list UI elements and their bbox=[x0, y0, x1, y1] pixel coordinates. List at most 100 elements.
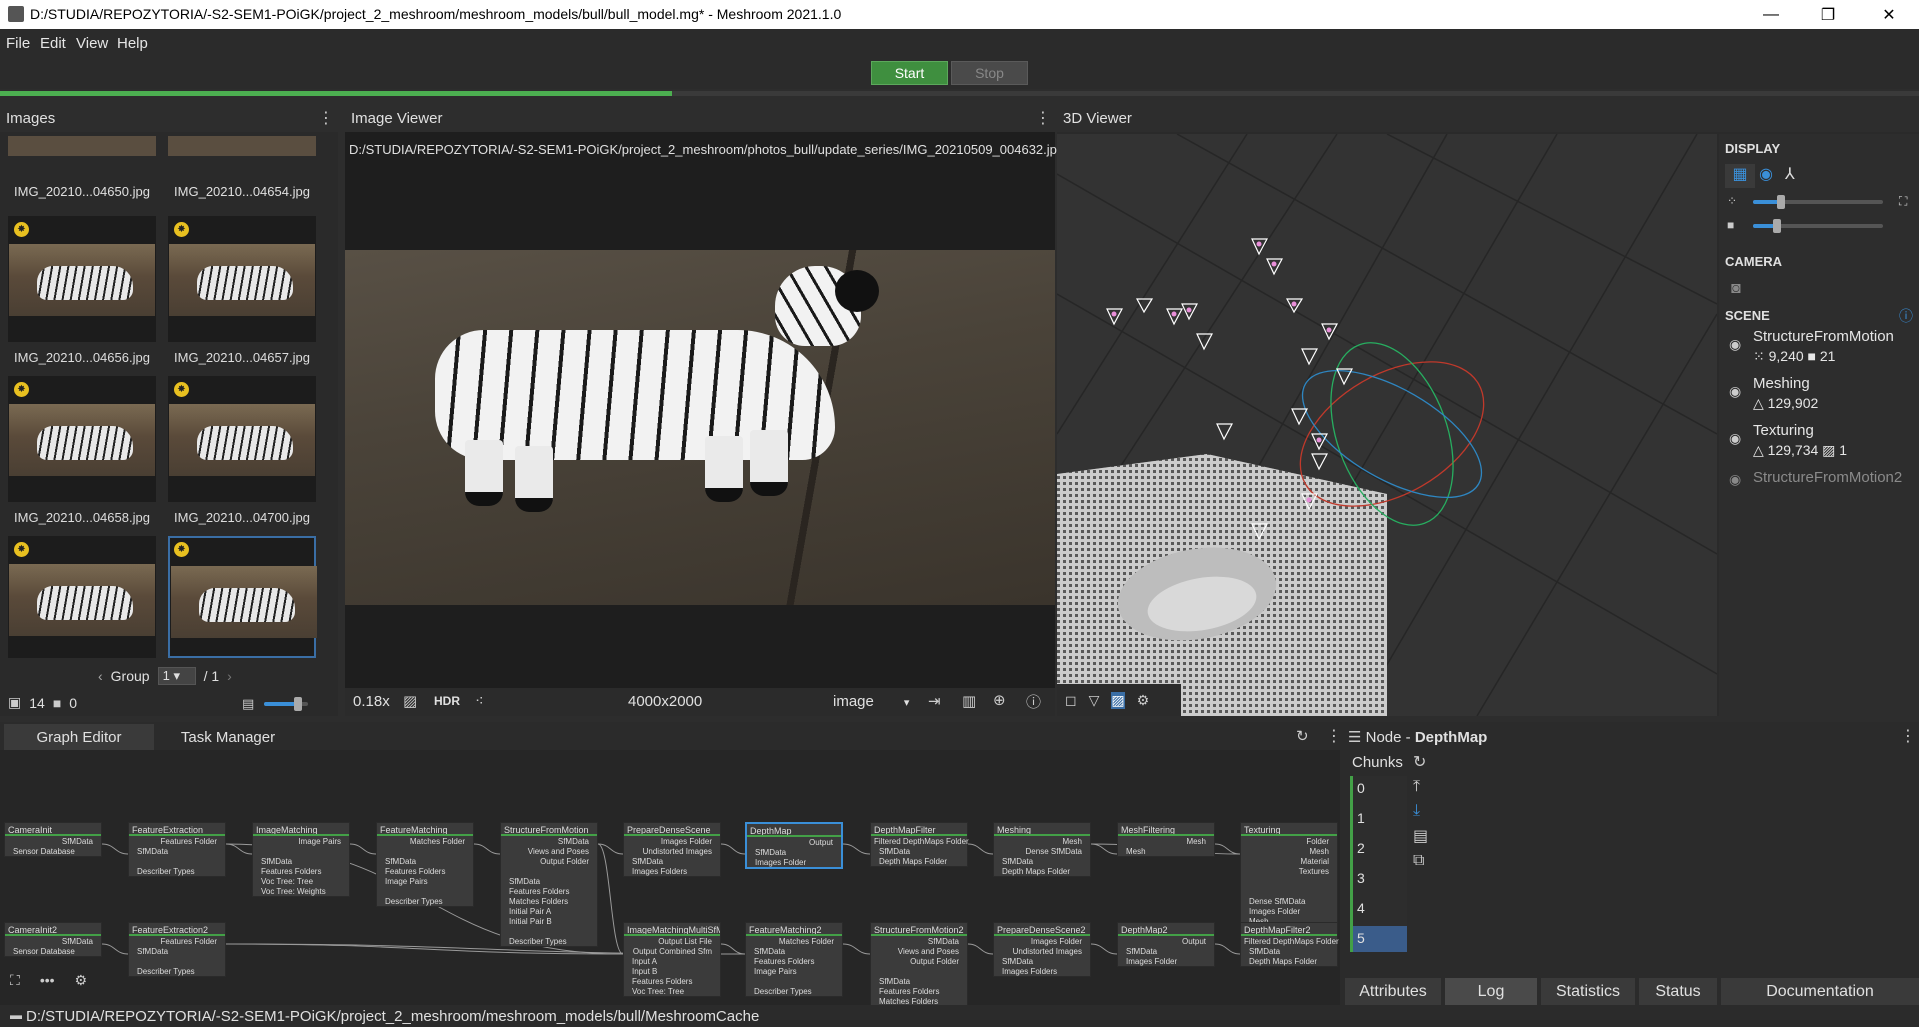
output-port[interactable]: Features Folder bbox=[129, 936, 225, 946]
tab-attributes[interactable]: Attributes bbox=[1345, 978, 1441, 1005]
input-port[interactable]: Features Folders bbox=[624, 976, 720, 986]
input-port[interactable] bbox=[377, 886, 473, 896]
scene-info-icon[interactable]: ⓘ bbox=[1899, 306, 1913, 326]
info-icon[interactable]: ⓘ bbox=[1026, 691, 1041, 712]
fit-view-icon[interactable]: ⛶ bbox=[10, 972, 20, 989]
graph-menu-icon[interactable]: ⋮ bbox=[1326, 726, 1342, 746]
output-port[interactable]: Mesh bbox=[1241, 846, 1337, 856]
output-port[interactable]: Images Folder bbox=[624, 836, 720, 846]
image-thumbnail[interactable]: ✸ IMG_20210...04700.jpg bbox=[168, 376, 316, 525]
hdr-toggle[interactable]: HDR bbox=[434, 694, 460, 708]
input-port[interactable]: SfMData bbox=[1118, 946, 1214, 956]
chunk-item[interactable]: 0 bbox=[1353, 776, 1407, 802]
grid-icon[interactable]: ▦ bbox=[1725, 164, 1755, 188]
input-port[interactable]: Sensor Database bbox=[5, 846, 101, 856]
images-menu-icon[interactable]: ⋮ bbox=[318, 108, 334, 128]
input-port[interactable]: Images Folder bbox=[1241, 906, 1337, 916]
chunk-item[interactable]: 4 bbox=[1353, 896, 1407, 922]
input-port[interactable]: Image Pairs bbox=[746, 966, 842, 976]
image-thumbnail[interactable]: ✸ bbox=[8, 536, 156, 666]
input-port[interactable]: Describer Types bbox=[129, 966, 225, 976]
graph-node[interactable]: DepthMap Output SfMData Images Folder bbox=[745, 822, 843, 869]
output-port[interactable]: Views and Poses bbox=[501, 846, 597, 856]
graph-node[interactable]: StructureFromMotion2 SfMData Views and Pos… bbox=[870, 922, 968, 1005]
features-icon[interactable]: ⁖ bbox=[475, 692, 484, 710]
output-port[interactable]: Matches Folder bbox=[377, 836, 473, 846]
output-port[interactable]: SfMData bbox=[501, 836, 597, 846]
chunk-refresh-icon[interactable]: ↻ bbox=[1413, 752, 1428, 772]
input-port[interactable] bbox=[501, 866, 597, 876]
graph-node[interactable]: CameraInit2 SfMData Sensor Database bbox=[4, 922, 102, 957]
input-port[interactable] bbox=[129, 956, 225, 966]
input-port[interactable]: SfMData bbox=[253, 856, 349, 866]
camera-snapshot-icon[interactable]: ◙ bbox=[1731, 280, 1741, 298]
graph-node[interactable]: Texturing Folder Mesh Material Textures Dense… bbox=[1240, 822, 1338, 927]
input-port[interactable]: SfMData bbox=[994, 856, 1090, 866]
input-port[interactable]: Matches Folders bbox=[501, 896, 597, 906]
input-port[interactable]: Depth Maps Folder bbox=[1241, 956, 1337, 966]
close-button[interactable]: ✕ bbox=[1866, 0, 1912, 29]
image-thumbnail[interactable]: ✸ IMG_20210...04658.jpg bbox=[8, 376, 156, 525]
output-port[interactable]: Mesh bbox=[1118, 836, 1214, 846]
output-port[interactable]: Material bbox=[1241, 856, 1337, 866]
graph-node[interactable]: FeatureExtraction Features Folder SfMData D… bbox=[128, 822, 226, 877]
input-port[interactable]: SfMData bbox=[501, 876, 597, 886]
graph-editor-canvas[interactable]: CameraInit SfMData Sensor Database FeatureE… bbox=[0, 750, 1340, 1005]
output-port[interactable]: Views and Poses bbox=[871, 946, 967, 956]
tab-log[interactable]: Log bbox=[1445, 978, 1537, 1005]
layout-icon[interactable]: ••• bbox=[40, 972, 55, 989]
graph-node[interactable]: FeatureExtraction2 Features Folder SfMData… bbox=[128, 922, 226, 977]
external-open-icon[interactable]: ⧉ bbox=[1413, 852, 1428, 870]
output-port[interactable]: Output bbox=[747, 837, 841, 847]
graph-node[interactable]: Meshing Mesh Dense SfMData SfMData Depth Map… bbox=[993, 822, 1091, 877]
input-port[interactable]: Images Folder bbox=[747, 857, 841, 867]
input-port[interactable] bbox=[253, 846, 349, 856]
frustum-icon[interactable]: ▽ bbox=[1089, 692, 1100, 709]
chunk-item[interactable]: 2 bbox=[1353, 836, 1407, 862]
bbox-icon[interactable]: ◻ bbox=[1065, 692, 1077, 709]
input-port[interactable]: Depth Maps Folder bbox=[994, 866, 1090, 876]
input-port[interactable]: Mesh bbox=[1118, 846, 1214, 856]
axis-icon[interactable]: ⅄ bbox=[1785, 164, 1795, 184]
input-port[interactable]: Voc Tree: Weights bbox=[253, 886, 349, 896]
image-thumbnail[interactable]: ✸ IMG_20210...04657.jpg bbox=[168, 216, 316, 365]
graph-node[interactable]: StructureFromMotion SfMData Views and Pose… bbox=[500, 822, 598, 947]
stop-button[interactable]: Stop bbox=[951, 61, 1028, 85]
input-port[interactable]: Images Folders bbox=[994, 966, 1090, 976]
input-port[interactable] bbox=[1241, 876, 1337, 886]
channel-icon[interactable]: ▨ bbox=[403, 692, 417, 710]
input-port[interactable]: Matches Folders bbox=[871, 996, 967, 1005]
output-port[interactable]: Undistorted Images bbox=[624, 846, 720, 856]
thumb-partial[interactable] bbox=[168, 136, 316, 156]
chunk-item[interactable]: 3 bbox=[1353, 866, 1407, 892]
tab-statistics[interactable]: Statistics bbox=[1541, 978, 1635, 1005]
input-port[interactable]: SfMData bbox=[129, 846, 225, 856]
input-port[interactable]: SfMData bbox=[624, 856, 720, 866]
input-port[interactable]: Sensor Database bbox=[5, 946, 101, 956]
output-port[interactable]: SfMData bbox=[5, 836, 101, 846]
input-port[interactable]: Input A bbox=[624, 956, 720, 966]
image-thumbnail[interactable]: ✸ IMG_20210...04656.jpg bbox=[8, 216, 156, 365]
scroll-top-icon[interactable]: ⤒ bbox=[1413, 778, 1428, 796]
output-port[interactable]: Output bbox=[1118, 936, 1214, 946]
visibility-eye-icon[interactable]: ◉ bbox=[1729, 383, 1741, 400]
scroll-bottom-icon[interactable]: ⤓ bbox=[1413, 802, 1428, 820]
input-port[interactable]: Initial Pair B bbox=[501, 916, 597, 926]
wireframe-icon[interactable]: ▨ bbox=[1111, 691, 1125, 709]
input-port[interactable]: SfMData bbox=[377, 856, 473, 866]
menu-edit[interactable]: Edit bbox=[40, 35, 66, 52]
input-port[interactable]: Features Folders bbox=[253, 866, 349, 876]
output-port[interactable]: Output Folder bbox=[871, 956, 967, 966]
input-port[interactable]: Describer Types bbox=[377, 896, 473, 906]
graph-node[interactable]: DepthMap2 Output SfMData Images Folder bbox=[1117, 922, 1215, 967]
refresh-icon[interactable]: ↻ bbox=[1296, 727, 1309, 745]
input-port[interactable]: Voc Tree: Tree bbox=[624, 986, 720, 996]
graph-node[interactable]: DepthMapFilter2 Filtered DepthMaps Folder… bbox=[1240, 922, 1339, 967]
graph-node[interactable]: FeatureMatching2 Matches Folder SfMData Fea… bbox=[745, 922, 843, 997]
menu-file[interactable]: File bbox=[6, 35, 30, 52]
menu-help[interactable]: Help bbox=[117, 35, 148, 52]
thumbnail-size-slider[interactable] bbox=[264, 697, 308, 711]
graph-node[interactable]: MeshFiltering Mesh Mesh bbox=[1117, 822, 1215, 857]
input-port[interactable] bbox=[129, 856, 225, 866]
input-port[interactable]: Voc Tree: Tree bbox=[253, 876, 349, 886]
